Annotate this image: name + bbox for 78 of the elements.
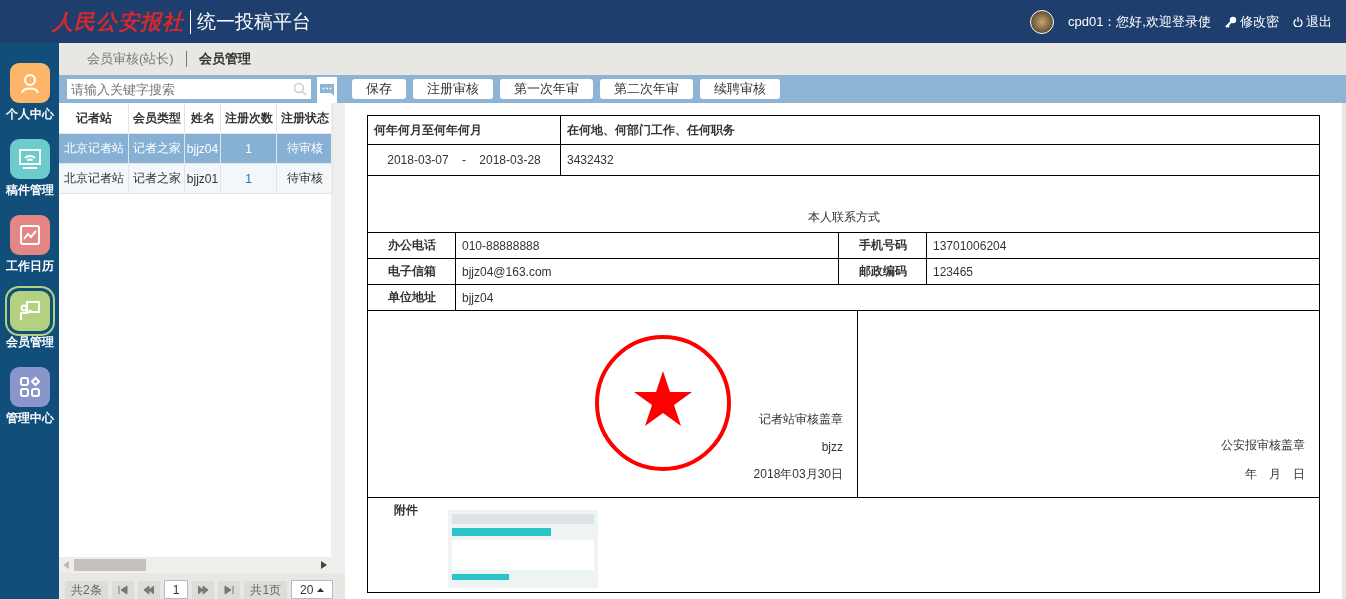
change-password-link[interactable]: 修改密 xyxy=(1225,12,1279,31)
total-count: 共2条 xyxy=(65,581,108,599)
column-header: 记者站 xyxy=(59,103,129,133)
form-header-cell: 何年何月至何年何月 xyxy=(368,116,561,144)
form-value: 123465 xyxy=(932,263,975,281)
form-value: 010-88888888 xyxy=(456,233,839,258)
double-right-icon xyxy=(198,585,209,595)
table-cell: 记者之家 xyxy=(129,134,185,163)
form-label: 邮政编码 xyxy=(839,259,927,284)
column-header: 会员类型 xyxy=(129,103,185,133)
form-header-cell-text: 在何地、何部门工作、任何职务 xyxy=(566,121,736,139)
table-cell: 北京记者站 xyxy=(59,134,129,163)
table-cell: 1 xyxy=(221,164,277,193)
scroll-left-icon xyxy=(63,561,69,569)
seal-date: 2018年03月30日 xyxy=(753,466,843,483)
tab[interactable]: 会员管理 xyxy=(185,51,263,67)
first-page-button[interactable] xyxy=(111,581,134,599)
form-value: bjjz04 xyxy=(461,289,495,307)
section-title: 本人联系方式 xyxy=(807,209,880,226)
toolbar-button[interactable]: 第二次年审 xyxy=(600,79,693,99)
logout-link[interactable]: 退出 xyxy=(1293,12,1332,31)
attachment-thumbnail[interactable] xyxy=(448,510,598,588)
table-cell: 1 xyxy=(221,134,277,163)
first-page-icon xyxy=(117,585,128,595)
power-icon xyxy=(1293,16,1303,27)
table-cell: bjjz01 xyxy=(185,164,221,193)
form-label: 手机号码 xyxy=(839,233,927,258)
column-header: 姓名 xyxy=(185,103,221,133)
greeting-text: cpd01：您好,欢迎登录使 xyxy=(1067,12,1211,31)
table-cell: 待审核 xyxy=(277,164,333,193)
scroll-right-icon xyxy=(321,561,327,569)
caret-icon xyxy=(317,587,325,592)
table-cell: 北京记者站 xyxy=(59,164,129,193)
grid-icon xyxy=(18,376,41,398)
table-cell: bjjz04 xyxy=(185,134,221,163)
column-header: 注册次数 xyxy=(221,103,277,133)
more-button[interactable] xyxy=(317,77,337,103)
last-page-button[interactable] xyxy=(218,581,241,599)
toolbar-button[interactable]: 第一次年审 xyxy=(500,79,593,99)
table-cell: 记者之家 xyxy=(129,164,185,193)
form-label: 单位地址 xyxy=(368,285,456,310)
form-value: 13701006204 xyxy=(932,237,1008,255)
key-icon xyxy=(1225,15,1237,28)
person-icon xyxy=(18,72,41,94)
seal-title: 记者站审核盖章 xyxy=(759,411,843,428)
chart-icon xyxy=(18,224,41,246)
form-value: bjjz04@163.com xyxy=(456,259,839,284)
page-size-select[interactable]: 20 xyxy=(291,580,334,599)
table-cell: 待审核 xyxy=(277,134,333,163)
brand-logo: 人民公安报社 xyxy=(52,8,184,36)
more-icon xyxy=(320,84,334,96)
toolbar-button[interactable]: 续聘审核 xyxy=(700,79,780,99)
scrollbar-thumb[interactable] xyxy=(74,559,146,571)
form-label: 办公电话 xyxy=(368,233,456,258)
table-row[interactable]: 北京记者站 记者之家 bjjz01 1 待审核 xyxy=(59,164,331,194)
presenter-icon xyxy=(18,300,41,322)
platform-title: 统一投稿平台 xyxy=(197,9,311,34)
seal-title: 公安报审核盖章 xyxy=(1221,437,1305,454)
search-box[interactable]: 请输入关键字搜索 xyxy=(67,79,311,99)
monitor-icon xyxy=(17,148,42,170)
column-header: 注册状态 xyxy=(277,103,333,133)
seal-date: 年 月 日 xyxy=(1245,466,1305,483)
next-page-button[interactable] xyxy=(192,581,215,599)
double-left-icon xyxy=(143,585,154,595)
date-range-cell: 2018-03-07 - 2018-03-28 xyxy=(368,145,561,175)
page-input[interactable]: 1 xyxy=(163,580,189,599)
search-icon xyxy=(293,82,307,96)
tab[interactable]: 会员审核(站长) xyxy=(75,51,186,67)
form-cell-text: 3432432 xyxy=(566,152,615,169)
previous-page-button[interactable] xyxy=(137,581,160,599)
page-count: 共1页 xyxy=(244,581,288,599)
toolbar-button[interactable]: 注册审核 xyxy=(413,79,493,99)
form-label: 电子信箱 xyxy=(368,259,456,284)
last-page-icon xyxy=(224,585,235,595)
attachment-label: 附件 xyxy=(394,502,418,519)
signer-name: bjzz xyxy=(821,440,843,454)
toolbar-button[interactable]: 保存 xyxy=(352,79,406,99)
avatar xyxy=(1029,9,1054,34)
